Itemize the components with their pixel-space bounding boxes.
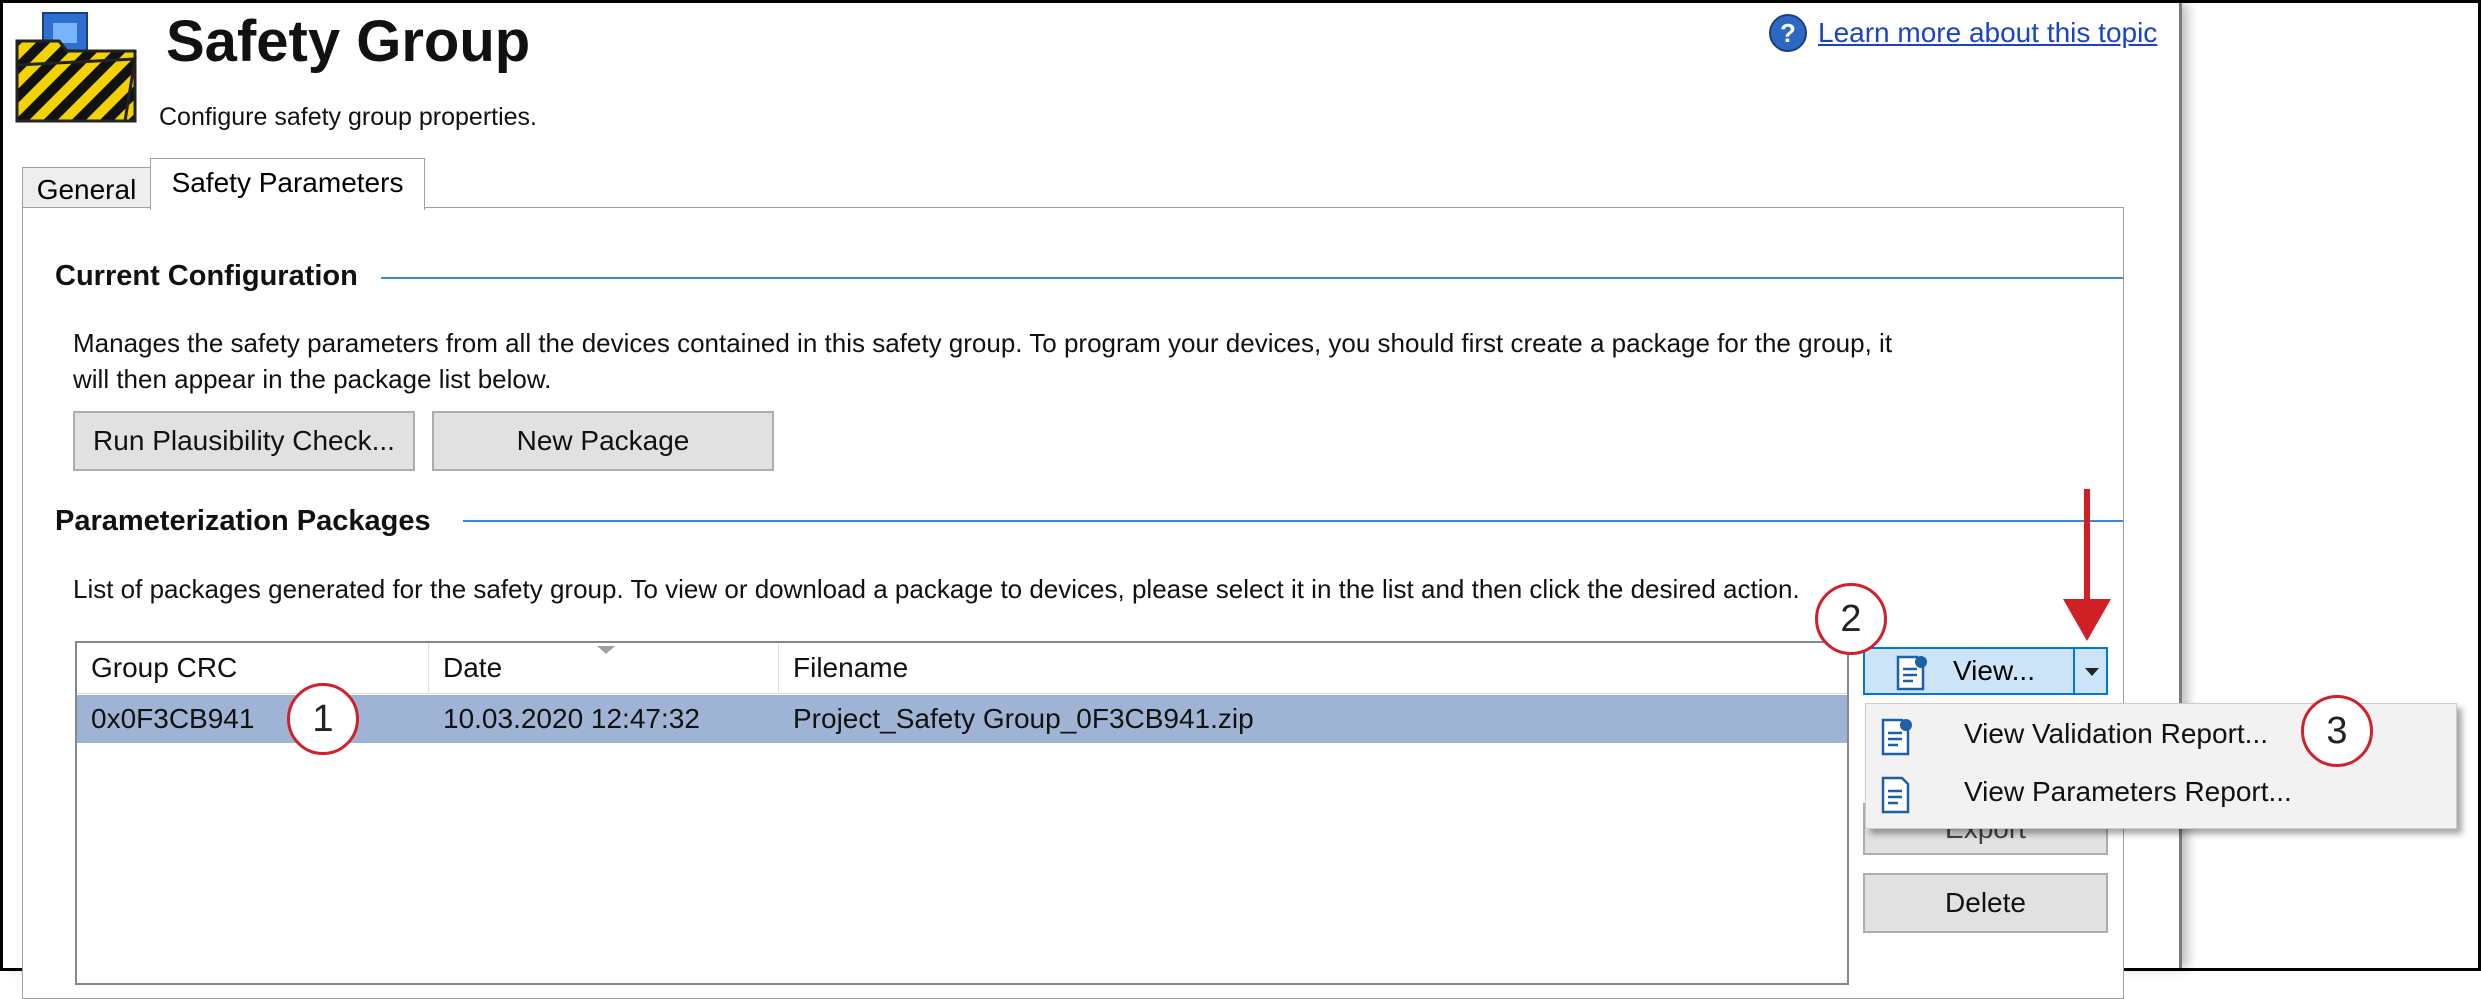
validation-report-icon: [1881, 718, 1912, 756]
view-dropdown-button[interactable]: [2073, 647, 2108, 695]
section-divider: [381, 277, 2123, 279]
current-config-description-line1: Manages the safety parameters from all t…: [73, 328, 1893, 358]
safety-group-folder-icon: [15, 12, 137, 123]
chevron-down-icon: [2085, 668, 2099, 676]
help-icon[interactable]: ?: [1768, 13, 1808, 53]
sort-indicator-icon: [597, 646, 615, 654]
delete-button[interactable]: Delete: [1863, 873, 2108, 933]
help-section: ? Learn more about this topic: [1768, 13, 2157, 53]
current-config-description-line2: will then appear in the package list bel…: [73, 364, 552, 394]
column-header-group-crc[interactable]: Group CRC: [77, 643, 429, 693]
view-split-button: View...: [1863, 647, 2108, 695]
view-button-label: View...: [1953, 655, 2035, 686]
table-header: Group CRC Date Filename: [77, 643, 1847, 694]
cell-group-crc: 0x0F3CB941: [91, 703, 255, 734]
menu-item-view-parameters-report[interactable]: View Parameters Report...: [1866, 766, 2456, 822]
menu-item-label: View Validation Report...: [1964, 718, 2269, 749]
run-plausibility-check-button[interactable]: Run Plausibility Check...: [73, 411, 415, 471]
packages-description: List of packages generated for the safet…: [73, 574, 1800, 604]
page-subtitle: Configure safety group properties.: [159, 103, 537, 131]
cell-date: 10.03.2020 12:47:32: [443, 703, 700, 734]
annotation-arrow-head-icon: [2063, 599, 2111, 641]
parameterization-packages-heading: Parameterization Packages: [55, 505, 431, 537]
tab-safety-parameters[interactable]: Safety Parameters: [150, 158, 425, 210]
view-button[interactable]: View...: [1863, 647, 2075, 695]
learn-more-link[interactable]: Learn more about this topic: [1818, 17, 2157, 49]
section-divider: [463, 520, 2123, 522]
tab-general[interactable]: General: [22, 167, 151, 210]
new-package-button[interactable]: New Package: [432, 411, 774, 471]
annotation-arrow-shaft: [2084, 489, 2090, 607]
annotation-step-2: 2: [1815, 583, 1887, 655]
svg-text:?: ?: [1780, 18, 1796, 48]
safety-group-dialog: Safety Group Configure safety group prop…: [3, 3, 2457, 999]
annotation-step-3: 3: [2301, 695, 2373, 767]
current-configuration-heading: Current Configuration: [55, 260, 358, 292]
page-title: Safety Group: [166, 9, 531, 74]
annotation-step-1: 1: [287, 683, 359, 755]
column-header-filename[interactable]: Filename: [779, 643, 1847, 693]
parameters-report-icon: [1881, 776, 1910, 814]
report-icon: [1896, 655, 1927, 691]
cell-filename: Project_Safety Group_0F3CB941.zip: [793, 703, 1254, 734]
menu-item-label: View Parameters Report...: [1964, 776, 2292, 807]
